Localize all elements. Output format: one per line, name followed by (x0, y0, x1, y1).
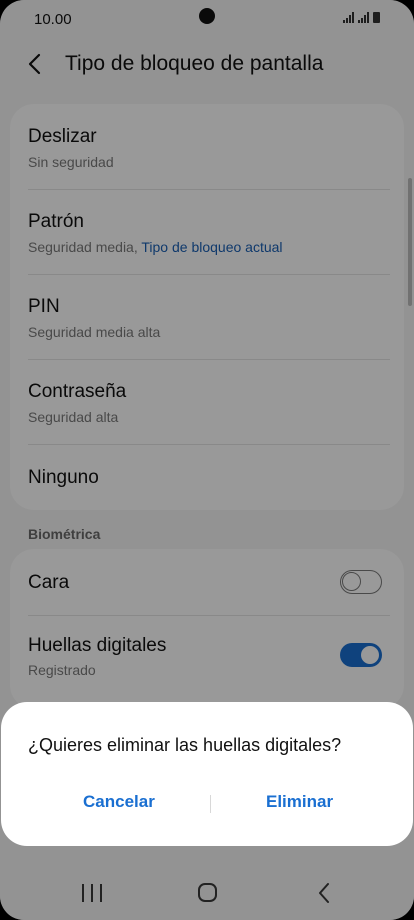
recents-icon (82, 884, 102, 902)
delete-button[interactable]: Eliminar (266, 792, 333, 812)
dialog-message: ¿Quieres eliminar las huellas digitales? (28, 735, 342, 755)
navigation-bar (0, 862, 414, 920)
button-separator (210, 795, 211, 813)
screen: 10.00 Tipo de bloqueo de pantalla Desliz… (0, 0, 414, 920)
home-icon (198, 883, 217, 902)
nav-back-button[interactable] (303, 878, 343, 908)
recents-button[interactable] (72, 878, 112, 908)
home-button[interactable] (187, 878, 227, 908)
delete-fingerprints-dialog: ¿Quieres eliminar las huellas digitales?… (1, 702, 413, 846)
back-icon (319, 883, 329, 903)
cancel-button[interactable]: Cancelar (83, 792, 155, 812)
